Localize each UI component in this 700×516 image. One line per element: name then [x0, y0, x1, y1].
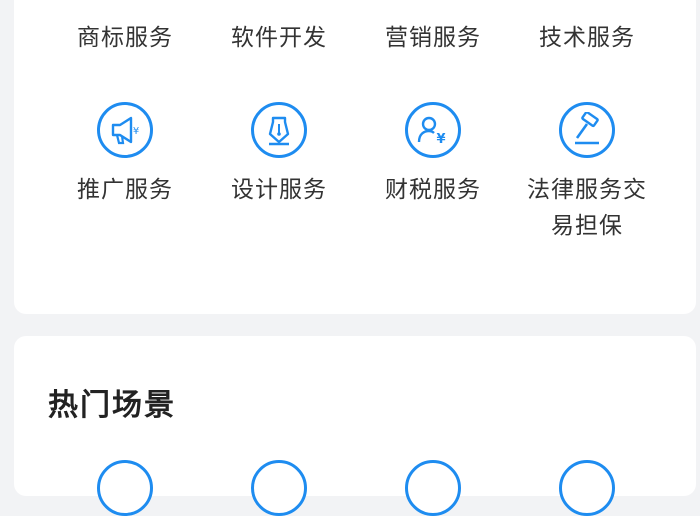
- scene-icon[interactable]: [405, 460, 461, 516]
- service-label: 法律服务交易担保: [527, 177, 647, 239]
- scene-icon[interactable]: [251, 460, 307, 516]
- finance-person-icon: ¥: [405, 102, 461, 158]
- service-label: 营销服务: [385, 25, 481, 51]
- service-label: 商标服务: [77, 25, 173, 51]
- svg-text:¥: ¥: [133, 126, 139, 137]
- service-item-tech[interactable]: 技术服务: [510, 20, 664, 56]
- scene-icon[interactable]: [97, 460, 153, 516]
- service-item-finance[interactable]: ¥ 财税服务: [356, 102, 510, 208]
- service-item-trademark[interactable]: 商标服务: [48, 20, 202, 56]
- services-card: 商标服务 软件开发 营销服务 技术服务 ¥ 推广服务 设计服务 ¥ 财税服务 法…: [14, 0, 696, 314]
- gavel-icon: [559, 102, 615, 158]
- megaphone-icon: ¥: [97, 102, 153, 158]
- service-item-marketing[interactable]: 营销服务: [356, 20, 510, 56]
- service-label: 设计服务: [231, 177, 327, 203]
- section-title: 热门场景: [48, 388, 176, 423]
- service-label: 财税服务: [385, 177, 481, 203]
- service-label: 软件开发: [231, 25, 327, 51]
- service-label: 推广服务: [77, 177, 173, 203]
- hot-scenes-card: 热门场景: [14, 336, 696, 516]
- service-item-software[interactable]: 软件开发: [202, 20, 356, 56]
- service-item-legal[interactable]: 法律服务交易担保: [510, 102, 664, 244]
- service-label: 技术服务: [539, 25, 635, 51]
- scene-icon[interactable]: [559, 460, 615, 516]
- pen-nib-icon: [251, 102, 307, 158]
- service-item-promotion[interactable]: ¥ 推广服务: [48, 102, 202, 208]
- svg-text:¥: ¥: [436, 132, 445, 147]
- service-item-design[interactable]: 设计服务: [202, 102, 356, 208]
